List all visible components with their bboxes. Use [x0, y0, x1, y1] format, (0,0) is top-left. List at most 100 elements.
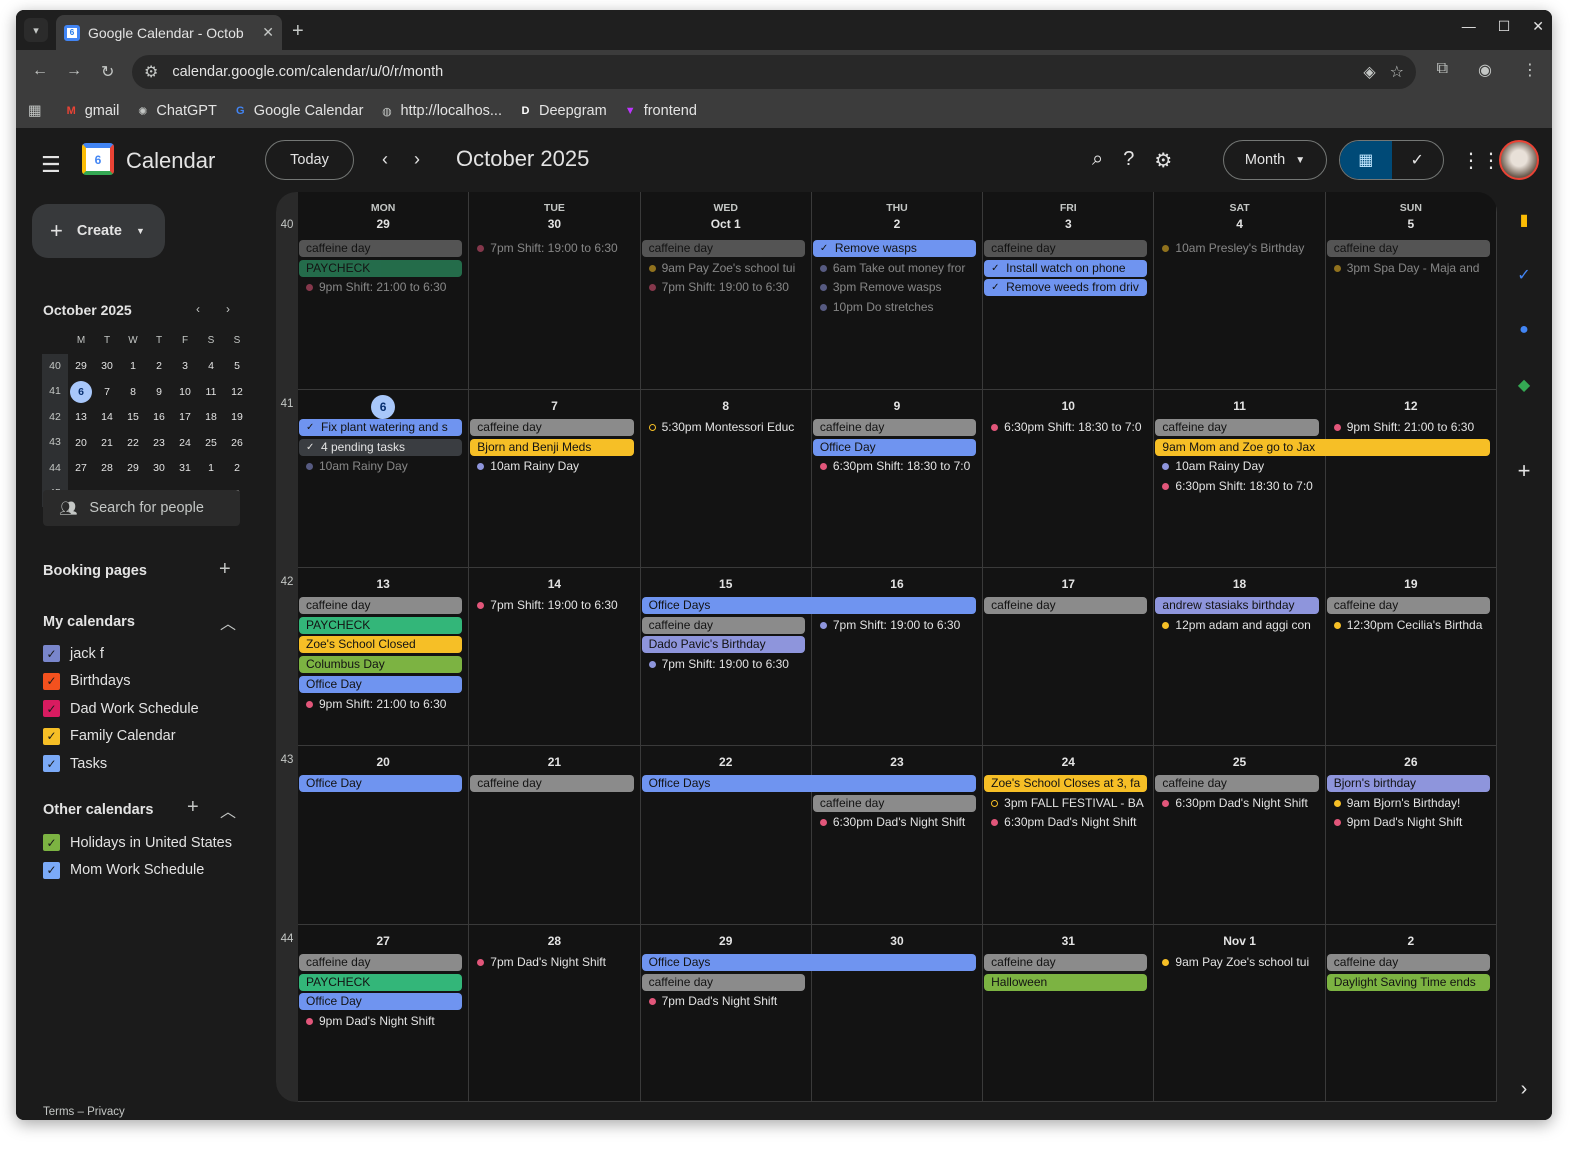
previous-month-icon[interactable]: ‹ — [382, 149, 388, 170]
event-chip[interactable]: PAYCHECK — [299, 259, 463, 277]
day-number[interactable]: 7 — [469, 399, 639, 413]
today-button[interactable]: Today — [265, 140, 354, 180]
mini-day[interactable]: 5 — [224, 360, 250, 372]
mini-day[interactable]: 1 — [198, 462, 224, 474]
event-chip[interactable]: 7pm Dad's Night Shift — [642, 993, 805, 1010]
day-cell[interactable]: TUE 30 — [469, 192, 641, 390]
event-chip[interactable]: caffeine day — [1326, 954, 1490, 971]
day-cell[interactable]: 6 — [298, 390, 470, 568]
booking-pages-header[interactable]: Booking pages — [43, 563, 147, 579]
mini-day[interactable]: 18 — [198, 411, 224, 423]
event-chip[interactable]: caffeine day — [299, 597, 463, 614]
add-addon-icon[interactable]: + — [1515, 458, 1533, 483]
event-chip[interactable]: 6:30pm Shift: 18:30 to 7:0 — [984, 419, 1147, 436]
event-chip[interactable]: 9pm Shift: 21:00 to 6:30 — [1327, 419, 1490, 436]
day-number[interactable]: 2 — [812, 217, 982, 231]
mini-day[interactable]: 14 — [94, 411, 120, 423]
mini-day[interactable]: 2 — [224, 462, 250, 474]
event-chip[interactable]: Bjorn and Benji Meds — [470, 438, 634, 456]
calendar-list-item[interactable]: ✓ jack f — [43, 645, 104, 662]
day-number[interactable]: 3 — [983, 217, 1153, 231]
event-chip[interactable]: Office Days — [641, 597, 977, 614]
maximize-icon[interactable]: ☐ — [1498, 18, 1511, 35]
day-number[interactable]: 9 — [812, 399, 982, 413]
more-menu-icon[interactable]: ⋮ — [1522, 60, 1538, 80]
event-chip[interactable]: caffeine day — [641, 240, 805, 257]
day-cell[interactable]: 29 — [640, 925, 812, 1102]
bookmark-item[interactable]: G Google Calendar — [233, 103, 363, 119]
day-cell[interactable]: 25 — [1154, 746, 1326, 925]
event-chip[interactable]: caffeine day — [984, 240, 1148, 257]
event-chip[interactable]: caffeine day — [1155, 775, 1319, 792]
google-apps-icon[interactable]: ⋮⋮ — [1461, 148, 1501, 173]
active-tab[interactable]: 6 Google Calendar - Octob ✕ — [56, 15, 282, 50]
mini-day[interactable]: 19 — [224, 411, 250, 423]
collapse-chevron-icon[interactable]: ︿ — [220, 798, 236, 822]
event-chip[interactable]: 9am Bjorn's Birthday! — [1327, 795, 1490, 812]
day-number[interactable]: 18 — [1154, 577, 1324, 591]
site-info-icon[interactable]: ⚙ — [144, 62, 158, 82]
lens-icon[interactable]: ◈ — [1363, 62, 1375, 82]
checkbox-checked-icon[interactable]: ✓ — [43, 700, 60, 717]
maps-icon[interactable]: ◆ — [1515, 376, 1533, 394]
event-chip[interactable]: Office Day — [812, 438, 977, 456]
day-cell[interactable]: 16 — [811, 568, 984, 746]
event-chip[interactable]: 9pm Dad's Night Shift — [299, 1013, 462, 1030]
calendar-list-item[interactable]: ✓ Tasks — [43, 755, 107, 772]
event-chip[interactable]: 7pm Shift: 19:00 to 6:30 — [813, 617, 976, 634]
day-cell[interactable]: 23 — [811, 746, 984, 925]
event-chip[interactable]: Fix plant watering and s — [299, 419, 463, 436]
event-chip[interactable]: 9am Mom and Zoe go to Jax — [1155, 438, 1490, 456]
checkbox-checked-icon[interactable]: ✓ — [43, 861, 60, 879]
tasks-icon[interactable]: ✓ — [1515, 266, 1533, 284]
day-number[interactable]: 8 — [641, 399, 811, 413]
event-chip[interactable]: PAYCHECK — [299, 616, 463, 634]
event-chip[interactable]: caffeine day — [641, 616, 805, 634]
contacts-icon[interactable]: ● — [1515, 321, 1533, 339]
event-chip[interactable]: 6:30pm Shift: 18:30 to 7:0 — [1155, 478, 1318, 495]
event-chip[interactable]: andrew stasiaks birthday — [1155, 597, 1319, 614]
create-button[interactable]: + Create ▼ — [32, 204, 165, 258]
event-chip[interactable]: caffeine day — [641, 973, 805, 991]
mini-day[interactable]: 24 — [172, 437, 198, 449]
mini-day[interactable]: 7 — [94, 386, 120, 398]
mini-day[interactable]: 21 — [94, 437, 120, 449]
event-chip[interactable]: 9pm Dad's Night Shift — [1327, 814, 1490, 831]
event-chip[interactable]: Office Days — [641, 775, 977, 792]
day-cell[interactable]: 12 — [1325, 390, 1497, 568]
day-cell[interactable]: 19 — [1325, 568, 1497, 746]
day-number[interactable]: 22 — [641, 755, 811, 769]
checkbox-checked-icon[interactable]: ✓ — [43, 645, 60, 662]
event-chip[interactable]: Dado Pavic's Birthday — [641, 636, 805, 654]
event-chip[interactable]: 3pm FALL FESTIVAL - BA — [984, 795, 1147, 812]
event-chip[interactable]: Daylight Saving Time ends — [1326, 973, 1490, 991]
day-cell[interactable]: 2 — [1325, 925, 1497, 1102]
mini-day[interactable]: 4 — [198, 360, 224, 372]
settings-gear-icon[interactable]: ⚙ — [1154, 148, 1172, 173]
next-month-icon[interactable]: › — [414, 149, 420, 170]
day-number[interactable]: 19 — [1326, 577, 1496, 591]
event-chip[interactable]: 5:30pm Montessori Educ — [642, 419, 805, 436]
mini-day[interactable]: 16 — [146, 411, 172, 423]
day-number[interactable]: 2 — [1326, 934, 1496, 948]
bookmark-item[interactable]: D Deepgram — [518, 103, 607, 119]
mini-day[interactable]: 8 — [120, 386, 146, 398]
my-calendars-header[interactable]: My calendars — [43, 614, 135, 630]
event-chip[interactable]: 6:30pm Dad's Night Shift — [984, 814, 1147, 831]
day-number[interactable]: 30 — [469, 217, 639, 231]
day-cell[interactable]: 7 — [469, 390, 641, 568]
event-chip[interactable]: 4 pending tasks — [299, 438, 463, 456]
event-chip[interactable]: caffeine day — [984, 597, 1148, 614]
main-menu-icon[interactable]: ☰ — [41, 152, 61, 178]
day-number[interactable]: 23 — [812, 755, 982, 769]
add-other-calendar-icon[interactable]: + — [187, 796, 199, 819]
other-calendars-header[interactable]: Other calendars — [43, 802, 153, 818]
day-cell[interactable]: 17 — [983, 568, 1155, 746]
day-cell[interactable]: 9 — [811, 390, 984, 568]
day-cell[interactable]: Nov 1 — [1154, 925, 1326, 1102]
mini-day[interactable]: 2 — [146, 360, 172, 372]
day-number[interactable]: 17 — [983, 577, 1153, 591]
forward-icon[interactable]: → — [66, 62, 82, 80]
day-number[interactable]: 4 — [1154, 217, 1324, 231]
event-chip[interactable]: 3pm Spa Day - Maja and — [1327, 260, 1490, 277]
